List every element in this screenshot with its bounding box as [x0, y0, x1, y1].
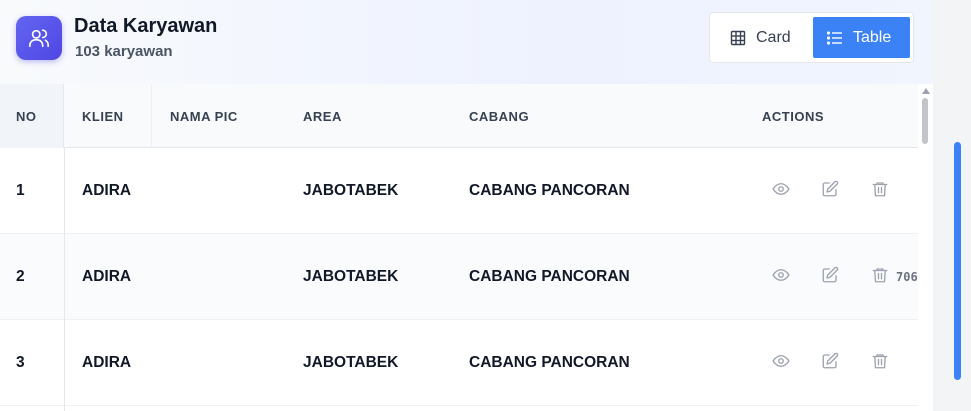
- employee-count: 103 karyawan: [75, 43, 173, 60]
- panel-header: Data Karyawan 103 karyawan Card Table: [0, 0, 933, 84]
- trash-icon: [871, 266, 889, 289]
- cell-klien: ADIRA: [82, 182, 132, 199]
- trash-icon: [871, 180, 889, 203]
- card-view-button[interactable]: Card: [715, 17, 813, 58]
- page-scrollbar-thumb[interactable]: [954, 142, 961, 380]
- delete-button[interactable]: [871, 234, 889, 320]
- column-header-klien[interactable]: KLIEN: [82, 84, 124, 148]
- trash-icon: [871, 352, 889, 375]
- column-header-area[interactable]: AREA: [303, 84, 342, 148]
- delete-button[interactable]: [871, 148, 889, 234]
- column-header-actions: ACTIONS: [762, 108, 824, 124]
- table-row[interactable]: 2 ADIRA JABOTABEK CABANG PANCORAN 706: [0, 234, 918, 320]
- edit-icon: [821, 180, 839, 203]
- row-extra-value: 706: [896, 270, 918, 284]
- view-button[interactable]: [772, 234, 790, 320]
- column-header-no[interactable]: NO: [16, 84, 37, 148]
- edit-button[interactable]: [821, 148, 839, 234]
- column-header-nama-pic[interactable]: NAMA PIC: [151, 84, 238, 148]
- view-toggle: Card Table: [709, 12, 914, 63]
- table-row[interactable]: 3 ADIRA JABOTABEK CABANG PANCORAN: [0, 320, 918, 406]
- table-scrollbar-thumb[interactable]: [922, 98, 928, 144]
- cell-klien: ADIRA: [82, 354, 132, 371]
- cell-area: JABOTABEK: [303, 354, 399, 371]
- table-view-label: Table: [853, 28, 892, 46]
- column-divider: [64, 148, 65, 411]
- eye-icon: [772, 352, 790, 375]
- edit-icon: [821, 352, 839, 375]
- users-icon: [16, 16, 62, 60]
- view-button[interactable]: [772, 320, 790, 406]
- list-icon: [827, 30, 842, 45]
- table-view-button[interactable]: Table: [813, 17, 910, 58]
- eye-icon: [772, 266, 790, 289]
- cell-area: JABOTABEK: [303, 182, 399, 199]
- cell-klien: ADIRA: [82, 268, 132, 285]
- cell-no: 3: [16, 354, 25, 371]
- edit-icon: [821, 266, 839, 289]
- card-view-label: Card: [756, 28, 791, 46]
- employee-panel: Data Karyawan 103 karyawan Card Table NO…: [0, 0, 933, 411]
- table-row[interactable]: 1 ADIRA JABOTABEK CABANG PANCORAN: [0, 148, 918, 234]
- cell-cabang: CABANG PANCORAN: [469, 182, 630, 199]
- column-header-cabang[interactable]: CABANG: [469, 84, 529, 148]
- grid-icon: [730, 30, 746, 45]
- cell-no: 2: [16, 268, 25, 285]
- view-button[interactable]: [772, 148, 790, 234]
- edit-button[interactable]: [821, 320, 839, 406]
- delete-button[interactable]: [871, 320, 889, 406]
- scroll-up-arrow-icon[interactable]: [922, 88, 930, 94]
- cell-no: 1: [16, 182, 25, 199]
- cell-cabang: CABANG PANCORAN: [469, 354, 630, 371]
- cell-cabang: CABANG PANCORAN: [469, 268, 630, 285]
- page-title: Data Karyawan: [74, 15, 218, 37]
- edit-button[interactable]: [821, 234, 839, 320]
- eye-icon: [772, 180, 790, 203]
- cell-area: JABOTABEK: [303, 268, 399, 285]
